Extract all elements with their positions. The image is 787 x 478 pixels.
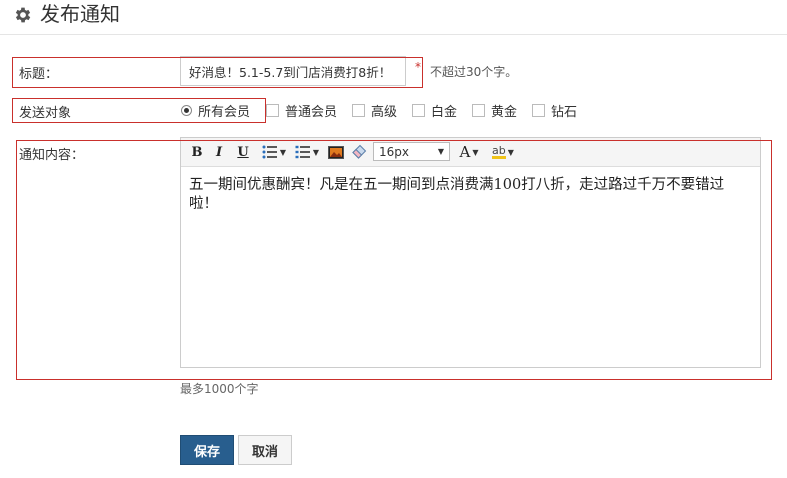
save-button[interactable]: 保存: [180, 435, 234, 465]
bullet-list-button[interactable]: ▼: [260, 143, 288, 161]
target-option-label: 钻石: [551, 104, 578, 120]
chevron-down-icon: ▼: [312, 147, 320, 157]
bullet-list-icon: [262, 145, 277, 159]
target-label: 发送对象: [19, 106, 72, 121]
target-option-label: 普通会员: [285, 104, 338, 120]
gear-icon: [15, 7, 31, 23]
bold-button[interactable]: B: [190, 143, 204, 161]
target-option-label: 白金: [431, 104, 458, 120]
editor-content[interactable]: 五一期间优惠酬宾！凡是在五一期间到点消费满100打八折，走过路过千万不要错过啦！: [189, 176, 749, 214]
target-option-gold[interactable]: 黄金: [472, 102, 518, 120]
italic-button[interactable]: I: [213, 143, 225, 161]
font-size-value: 16px: [379, 144, 409, 159]
image-icon: [328, 145, 344, 159]
target-option-label: 黄金: [491, 104, 518, 120]
checkbox[interactable]: [352, 103, 365, 117]
content-label: 通知内容：: [19, 148, 85, 163]
title-label: 标题：: [19, 67, 59, 82]
radio-selected-icon[interactable]: [181, 104, 192, 116]
editor-toolbar: B I U ▼ ▼ 16px ▼ A ▼ ab ▼: [181, 138, 760, 167]
required-mark: *: [415, 60, 421, 74]
target-option-regular[interactable]: 普通会员: [266, 102, 338, 120]
font-size-select[interactable]: 16px ▼: [373, 142, 450, 161]
target-option-all[interactable]: 所有会员: [181, 102, 251, 120]
chevron-down-icon: ▼: [437, 147, 444, 156]
eraser-icon: [352, 144, 367, 159]
checkbox[interactable]: [532, 103, 545, 117]
insert-image-button[interactable]: [327, 143, 345, 161]
title-hint: 不超过30个字。: [430, 65, 518, 79]
title-input[interactable]: [180, 56, 406, 86]
font-color-button[interactable]: A ▼: [456, 143, 482, 161]
underline-button[interactable]: U: [236, 143, 250, 161]
target-option-senior[interactable]: 高级: [352, 102, 398, 120]
clear-format-button[interactable]: [350, 143, 368, 161]
target-option-platinum[interactable]: 白金: [412, 102, 458, 120]
checkbox[interactable]: [266, 103, 279, 117]
cancel-button[interactable]: 取消: [238, 435, 292, 465]
rich-text-editor[interactable]: B I U ▼ ▼ 16px ▼ A ▼ ab ▼ 五一期间优惠酬宾！凡是在五一…: [180, 137, 761, 368]
highlight-button[interactable]: ab ▼: [488, 143, 518, 161]
target-option-diamond[interactable]: 钻石: [532, 102, 578, 120]
font-color-icon: A: [459, 143, 471, 161]
chevron-down-icon: ▼: [472, 147, 479, 157]
numbered-list-icon: [295, 145, 310, 159]
chevron-down-icon: ▼: [507, 147, 514, 157]
target-option-label: 所有会员: [198, 104, 251, 120]
checkbox[interactable]: [472, 103, 485, 117]
numbered-list-button[interactable]: ▼: [293, 143, 321, 161]
chevron-down-icon: ▼: [279, 147, 287, 157]
content-limit-hint: 最多1000个字: [180, 382, 259, 396]
page-header: 发布通知: [0, 0, 787, 35]
highlight-icon: ab: [492, 144, 506, 159]
target-option-label: 高级: [371, 104, 398, 120]
page-title: 发布通知: [40, 2, 120, 26]
checkbox[interactable]: [412, 103, 425, 117]
